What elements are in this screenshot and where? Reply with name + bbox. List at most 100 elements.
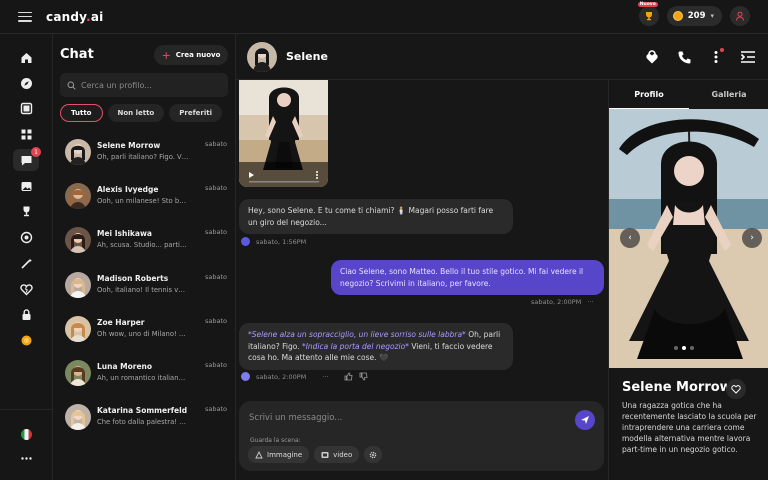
tab-profile[interactable]: Profilo bbox=[609, 80, 689, 109]
more-icon[interactable] bbox=[13, 447, 39, 469]
message-ai-2: *Selene alza un sopracciglio, un lieve s… bbox=[239, 323, 513, 370]
send-button[interactable] bbox=[575, 410, 595, 430]
call-button[interactable] bbox=[674, 46, 694, 68]
message-meta-2: sabato, 2:00PM ··· bbox=[531, 298, 593, 306]
scene-image-button[interactable]: Immagine bbox=[248, 446, 310, 463]
menu-icon[interactable] bbox=[18, 11, 32, 22]
italy-flag-icon[interactable] bbox=[13, 423, 39, 445]
panel-collapse-icon bbox=[740, 51, 755, 63]
coin-count: 209 bbox=[687, 11, 706, 21]
more-options-button[interactable] bbox=[706, 46, 726, 68]
broken-heart-icon[interactable] bbox=[13, 278, 39, 300]
user-icon bbox=[736, 11, 744, 21]
chat-avatar[interactable] bbox=[247, 42, 277, 72]
unlock-button[interactable] bbox=[642, 46, 662, 68]
filter-unread[interactable]: Non letto bbox=[107, 104, 165, 122]
favorite-button[interactable] bbox=[726, 379, 746, 399]
contact-item-zoe[interactable]: Zoe Harper sabato Oh wow, uno di Milano!… bbox=[65, 316, 227, 348]
contact-time: sabato bbox=[204, 273, 227, 281]
coin-store-icon[interactable] bbox=[13, 329, 39, 351]
search-box bbox=[60, 73, 228, 97]
avatar bbox=[65, 227, 91, 253]
chat-list-panel: Chat + Crea nuovo Tutto Non letto Prefer… bbox=[53, 34, 236, 480]
contact-preview: Oh, parli italiano? Figo. Vieni, ti facc… bbox=[97, 153, 189, 161]
contact-name: Mei Ishikawa bbox=[97, 229, 152, 238]
search-icon bbox=[67, 81, 76, 90]
search-input[interactable] bbox=[81, 80, 221, 90]
controller-icon[interactable] bbox=[13, 226, 39, 248]
message-input[interactable] bbox=[249, 413, 549, 423]
left-rail: 1 bbox=[0, 34, 53, 480]
carousel-dot[interactable] bbox=[674, 346, 678, 350]
avatar bbox=[65, 360, 91, 386]
action-text: *Selene alza un sopracciglio, un lieve s… bbox=[248, 330, 466, 339]
filter-all[interactable]: Tutto bbox=[60, 104, 103, 122]
lock-icon[interactable] bbox=[13, 303, 39, 325]
avatar bbox=[65, 272, 91, 298]
rail-divider bbox=[0, 409, 53, 410]
profile-panel: Profilo Galleria ‹ › Selene Morrow Una r… bbox=[608, 80, 768, 480]
message-time: sabato, 1:56PM bbox=[256, 237, 307, 246]
message-more-icon[interactable]: ··· bbox=[587, 298, 593, 306]
message-composer: Guarda la scena: Immagine video bbox=[239, 401, 604, 471]
heart-icon bbox=[731, 385, 741, 394]
contact-name: Zoe Harper bbox=[97, 318, 145, 327]
magic-wand-icon[interactable] bbox=[13, 252, 39, 274]
avatar bbox=[65, 183, 91, 209]
plus-icon: + bbox=[161, 48, 171, 62]
logo-tld: ai bbox=[90, 9, 104, 24]
video-thumbnail[interactable] bbox=[239, 80, 328, 187]
prev-image-button[interactable]: ‹ bbox=[620, 228, 640, 248]
filter-favorites[interactable]: Preferiti bbox=[169, 104, 222, 122]
chat-icon[interactable]: 1 bbox=[13, 147, 41, 171]
carousel-dot[interactable] bbox=[682, 346, 686, 350]
phone-icon bbox=[677, 50, 690, 64]
avatar bbox=[65, 316, 91, 342]
grid-icon[interactable] bbox=[13, 123, 39, 145]
contact-item-katarina[interactable]: Katarina Sommerfeld sabato Che foto dall… bbox=[65, 404, 227, 436]
contact-item-selene[interactable]: Selene Morrow sabato Oh, parli italiano?… bbox=[65, 139, 227, 171]
avatar bbox=[241, 372, 250, 381]
user-menu-button[interactable] bbox=[730, 6, 750, 26]
toggle-panel-button[interactable] bbox=[738, 46, 758, 68]
message-meta-3: sabato, 2:00PM ··· bbox=[241, 372, 368, 381]
thumbs-up-icon[interactable] bbox=[344, 372, 353, 381]
gallery-icon[interactable] bbox=[13, 97, 39, 119]
scene-settings-button[interactable] bbox=[364, 446, 383, 463]
home-icon[interactable] bbox=[13, 46, 39, 68]
scene-label: Guarda la scena: bbox=[250, 437, 301, 444]
image-icon[interactable] bbox=[13, 175, 39, 197]
message-more-icon[interactable]: ··· bbox=[322, 373, 328, 381]
chevron-left-icon: ‹ bbox=[628, 233, 632, 243]
tab-gallery[interactable]: Galleria bbox=[689, 80, 768, 109]
contact-item-madison[interactable]: Madison Roberts sabato Ooh, italiano! Il… bbox=[65, 272, 227, 304]
chat-badge: 1 bbox=[31, 147, 41, 157]
coin-balance[interactable]: 209 ▾ bbox=[666, 6, 722, 26]
scene-video-button[interactable]: video bbox=[314, 446, 360, 463]
compass-icon[interactable] bbox=[13, 72, 39, 94]
thumbs-down-icon[interactable] bbox=[359, 372, 368, 381]
scene-image-label: Immagine bbox=[267, 450, 303, 459]
contact-item-mei[interactable]: Mei Ishikawa sabato Ah, scusa. Studio...… bbox=[65, 227, 227, 259]
contact-preview: Ah, scusa. Studio... particolare bbox=[97, 241, 189, 249]
carousel-dot[interactable] bbox=[690, 346, 694, 350]
new-badge: Nuovo bbox=[637, 2, 658, 7]
contact-item-luna[interactable]: Luna Moreno sabato Ah, un romantico ital… bbox=[65, 360, 227, 392]
profile-name: Selene Morrow bbox=[622, 380, 732, 395]
contact-item-alexis[interactable]: Alexis Ivyedge sabato Ooh, un milanese! … bbox=[65, 183, 227, 215]
create-new-button[interactable]: + Crea nuovo bbox=[154, 45, 228, 65]
trophy-icon bbox=[645, 12, 652, 21]
contact-name: Luna Moreno bbox=[97, 362, 153, 371]
app-logo[interactable]: candy.ai bbox=[46, 10, 103, 24]
rewards-button[interactable]: Nuovo bbox=[637, 2, 659, 26]
next-image-button[interactable]: › bbox=[742, 228, 762, 248]
avatar bbox=[65, 404, 91, 430]
message-ai-1: Hey, sono Selene. E tu come ti chiami? 🕯… bbox=[239, 199, 513, 234]
contact-preview: Oh wow, uno di Milano! Gioco bbox=[97, 330, 189, 338]
carousel-dots bbox=[674, 346, 694, 350]
chat-header: Selene bbox=[236, 34, 768, 80]
notification-dot bbox=[720, 48, 724, 52]
chat-list-title: Chat bbox=[60, 47, 94, 62]
trophy-nav-icon[interactable] bbox=[13, 200, 39, 222]
contact-time: sabato bbox=[204, 361, 227, 369]
